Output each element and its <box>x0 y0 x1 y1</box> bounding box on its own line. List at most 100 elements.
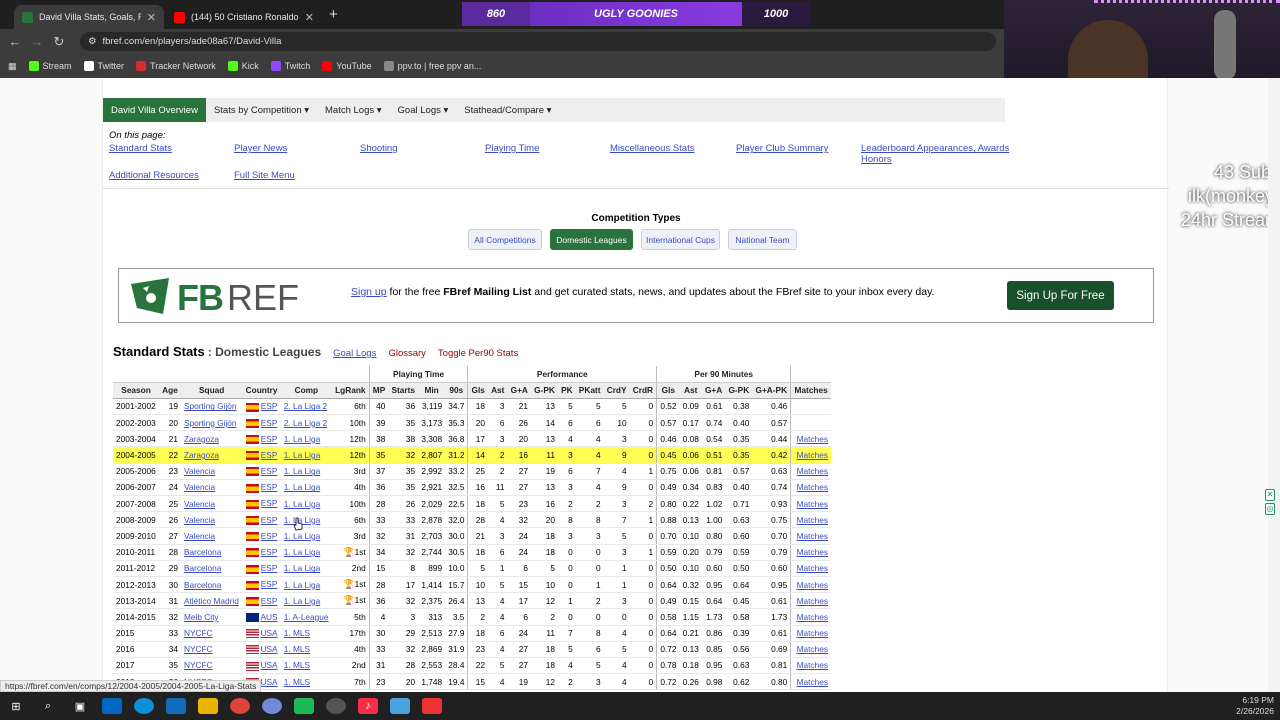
link-club-summary[interactable]: Player Club Summary <box>736 143 828 154</box>
table-cell[interactable]: 1. La Liga <box>280 544 332 561</box>
country-link[interactable]: ESP <box>261 498 278 508</box>
table-cell[interactable]: Sporting Gijón <box>180 398 243 416</box>
country-link[interactable]: ESP <box>261 579 278 589</box>
table-cell[interactable]: Valencia <box>180 527 243 545</box>
country-link[interactable]: ESP <box>261 515 278 525</box>
task-view-icon[interactable]: ▣ <box>70 698 90 714</box>
comp-link[interactable]: 1. La Liga <box>284 531 320 541</box>
squad-link[interactable]: Barcelona <box>184 563 221 573</box>
column-header[interactable]: PK <box>558 382 576 399</box>
column-header[interactable]: Age <box>159 382 181 399</box>
squad-link[interactable]: NYCFC <box>184 660 213 670</box>
table-cell[interactable]: 1. La Liga <box>280 430 332 448</box>
chrome-icon[interactable] <box>230 698 250 714</box>
btn-all-competitions[interactable]: All Competitions <box>468 229 542 250</box>
country-link[interactable]: ESP <box>261 596 278 606</box>
squad-link[interactable]: Valencia <box>184 466 215 476</box>
table-cell[interactable]: Barcelona <box>180 544 243 561</box>
table-cell[interactable]: Matches <box>790 608 831 626</box>
table-cell[interactable]: Matches <box>790 673 831 691</box>
bookmark-ppv[interactable]: ppv.to | free ppv an... <box>383 61 481 71</box>
squad-link[interactable]: Valencia <box>184 515 215 525</box>
country-link[interactable]: ESP <box>261 547 278 557</box>
link-additional-resources[interactable]: Additional Resources <box>109 170 199 181</box>
squad-link[interactable]: Valencia <box>184 531 215 541</box>
matches-link[interactable]: Matches <box>797 466 828 476</box>
vertical-scrollbar[interactable] <box>1268 78 1280 692</box>
comp-link[interactable]: 1. La Liga <box>284 580 320 590</box>
nav-stathead-compare[interactable]: Stathead/Compare ▾ <box>456 98 559 122</box>
comp-link[interactable]: 2. La Liga 2 <box>284 401 327 411</box>
search-icon[interactable]: ⌕ <box>38 698 58 714</box>
store-icon[interactable] <box>102 698 122 714</box>
matches-link[interactable]: Matches <box>797 482 828 492</box>
column-header[interactable]: Starts <box>388 382 419 399</box>
column-header[interactable]: PKatt <box>575 382 604 399</box>
site-info-icon[interactable]: ⚙ <box>88 36 97 47</box>
squad-link[interactable]: Valencia <box>184 499 215 509</box>
close-icon[interactable]: ✕ <box>1265 489 1275 501</box>
squad-link[interactable]: Zaragoza <box>184 434 219 444</box>
btn-international-cups[interactable]: International Cups <box>641 229 720 250</box>
table-cell[interactable]: Zaragoza <box>180 430 243 448</box>
bookmark-twitter[interactable]: Twitter <box>83 61 124 71</box>
table-cell[interactable]: Matches <box>790 495 831 513</box>
table-cell[interactable]: Matches <box>790 479 831 497</box>
matches-link[interactable]: Matches <box>797 660 828 670</box>
table-cell[interactable]: Valencia <box>180 479 243 497</box>
mail-icon[interactable] <box>166 698 186 714</box>
matches-link[interactable]: Matches <box>797 677 828 687</box>
column-header[interactable]: Ast <box>679 382 702 399</box>
edge-icon[interactable] <box>134 698 154 714</box>
country-link[interactable]: ESP <box>261 531 278 541</box>
nav-stats-by-competition[interactable]: Stats by Competition ▾ <box>206 98 317 122</box>
link-player-news[interactable]: Player News <box>234 143 287 154</box>
bookmark-stream[interactable]: Stream <box>28 61 72 71</box>
app-icon[interactable] <box>390 698 410 714</box>
comp-link[interactable]: 1. La Liga <box>284 450 320 460</box>
link-honors[interactable]: Honors <box>861 154 892 165</box>
matches-link[interactable]: Matches <box>797 612 828 622</box>
link-standard-stats[interactable]: Standard Stats <box>109 143 172 154</box>
table-cell[interactable]: Valencia <box>180 511 243 529</box>
matches-link[interactable]: Matches <box>797 531 828 541</box>
country-link[interactable]: ESP <box>261 563 278 573</box>
table-cell[interactable]: Matches <box>790 446 831 464</box>
file-explorer-icon[interactable] <box>198 698 218 714</box>
music-icon[interactable]: ♪ <box>358 698 378 714</box>
squad-link[interactable]: Melb City <box>184 612 219 622</box>
comp-link[interactable]: 1. La Liga <box>284 547 320 557</box>
comp-link[interactable]: 1. La Liga <box>284 466 320 476</box>
tab-fbref[interactable]: David Villa Stats, Goals, Record ✕ <box>14 5 164 29</box>
table-cell[interactable]: 1. La Liga <box>280 495 332 513</box>
column-header[interactable]: MP <box>368 382 389 399</box>
comp-link[interactable]: 1. La Liga <box>284 434 320 444</box>
column-header[interactable]: 90s <box>445 382 468 399</box>
table-cell[interactable]: Valencia <box>180 463 243 480</box>
country-link[interactable]: ESP <box>261 466 278 476</box>
matches-link[interactable]: Matches <box>797 563 828 573</box>
squad-link[interactable]: Sporting Gijón <box>184 401 237 411</box>
table-cell[interactable]: Matches <box>790 657 831 675</box>
table-cell[interactable]: 1. La Liga <box>280 479 332 497</box>
address-bar[interactable]: ⚙ fbref.com/en/players/ade08a67/David-Vi… <box>80 32 996 51</box>
table-cell[interactable]: Barcelona <box>180 560 243 577</box>
table-cell[interactable]: NYCFC <box>180 657 243 675</box>
column-header[interactable]: G-PK <box>725 382 753 399</box>
column-header[interactable]: Comp <box>280 382 332 399</box>
table-cell[interactable]: NYCFC <box>180 625 243 642</box>
bookmark-tracker[interactable]: Tracker Network <box>136 61 216 71</box>
table-cell[interactable]: Zaragoza <box>180 446 243 464</box>
nav-overview[interactable]: David Villa Overview <box>103 98 206 122</box>
squad-link[interactable]: Barcelona <box>184 580 221 590</box>
table-cell[interactable]: 1. MLS <box>280 673 332 691</box>
new-tab-button[interactable]: + <box>329 6 338 23</box>
link-misc-stats[interactable]: Miscellaneous Stats <box>610 143 694 154</box>
matches-link[interactable]: Matches <box>797 628 828 638</box>
table-cell[interactable]: Matches <box>790 592 831 610</box>
back-icon[interactable]: ← <box>4 34 26 49</box>
glossary-link[interactable]: Glossary <box>388 348 425 359</box>
extension-icon[interactable]: ◎ <box>1265 503 1275 515</box>
column-header[interactable]: CrdY <box>603 382 630 399</box>
apps-grid-icon[interactable]: ▦ <box>8 61 17 72</box>
